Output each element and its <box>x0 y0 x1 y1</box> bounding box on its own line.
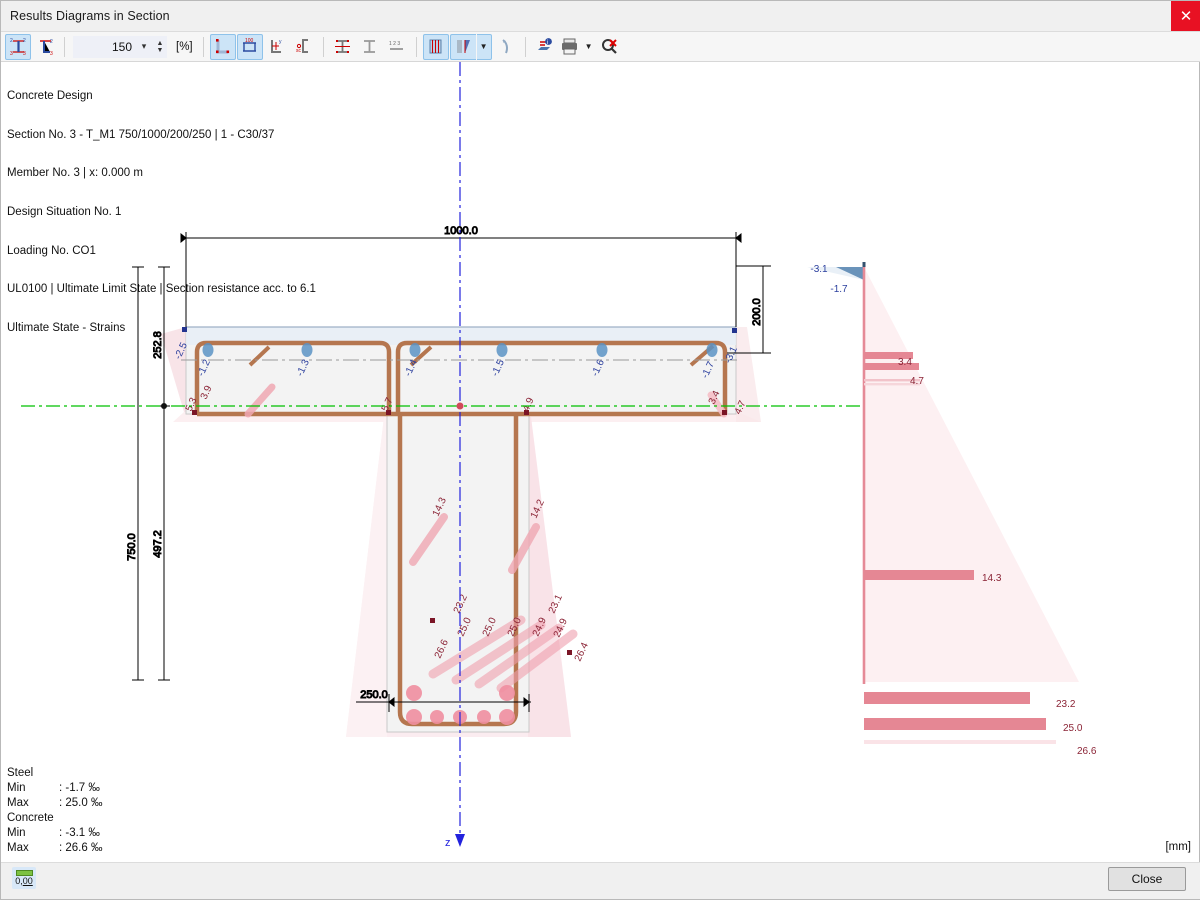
diagram-label: 26.6 <box>1077 746 1097 757</box>
dimensions-icon[interactable]: 100 <box>237 34 263 60</box>
section-drawing-canvas[interactable]: -2.5 -1.2 -1.3 -1.4 -1.5 -1.6 -1.7 -3.1 … <box>1 62 1200 862</box>
toolbar-separator <box>203 37 204 57</box>
close-button[interactable]: Close <box>1108 867 1186 891</box>
diagram-label: -3.1 <box>810 264 828 275</box>
dimension-total-depth: 750.0 <box>126 533 138 561</box>
diagram-label: 23.2 <box>1056 699 1076 710</box>
dimension-flange-depth: 252.8 <box>152 331 164 359</box>
strain-legend: Steel Min : -1.7 ‰ Max : 25.0 ‰ Concrete… <box>7 766 102 855</box>
svg-text:1 2 3: 1 2 3 <box>389 41 400 47</box>
toolbar-separator <box>416 37 417 57</box>
diagram-label: 3.4 <box>898 357 912 368</box>
legend-concrete-title: Concrete <box>7 811 102 826</box>
title-bar: Results Diagrams in Section ✕ <box>1 1 1200 32</box>
svg-text:3: 3 <box>10 51 13 56</box>
stress-points-icon[interactable]: 2 3 <box>32 34 58 60</box>
legend-steel-title: Steel <box>7 766 102 781</box>
legend-concrete-min-label: Min <box>7 826 59 841</box>
strain-bar-23-2 <box>864 692 1030 704</box>
strain-diagram-dropdown-icon[interactable]: ▼ <box>477 34 492 60</box>
strain-bar-25-0 <box>864 718 1046 730</box>
window-title: Results Diagrams in Section <box>1 9 170 23</box>
legend-steel-max-label: Max <box>7 796 59 811</box>
zoom-step-up-icon[interactable]: ▲ <box>154 40 166 47</box>
info-icon[interactable]: i <box>532 34 558 60</box>
dimension-web-width: 250.0 <box>360 689 388 701</box>
zoom-spinner[interactable]: 150 ▾ ▲ ▼ <box>73 36 167 58</box>
dimension-flange-thickness: 200.0 <box>751 298 763 326</box>
dimension-lower-depth: 497.2 <box>152 530 164 558</box>
stress-point-numbers-icon[interactable]: 1 2 3 <box>384 34 410 60</box>
svg-text:i: i <box>547 40 548 46</box>
section-outline-icon[interactable] <box>210 34 236 60</box>
svg-text:sc: sc <box>296 48 302 54</box>
diagram-label: 25.0 <box>1063 723 1083 734</box>
legend-steel-min-row: Min : -1.7 ‰ <box>7 781 102 796</box>
window-close-icon[interactable]: ✕ <box>1171 1 1200 31</box>
svg-text:2: 2 <box>10 38 13 44</box>
strain-label: 26.4 <box>573 641 591 664</box>
unit-label: [mm] <box>1165 841 1191 853</box>
zoom-reset-icon[interactable] <box>597 34 623 60</box>
zoom-step-down-icon[interactable]: ▼ <box>154 47 166 54</box>
print-icon[interactable] <box>559 34 581 60</box>
legend-steel-max-row: Max : 25.0 ‰ <box>7 796 102 811</box>
svg-text:y: y <box>279 39 282 45</box>
legend-steel-max-value: : 25.0 ‰ <box>59 796 102 811</box>
svg-text:3: 3 <box>50 51 53 56</box>
toolbar-separator <box>323 37 324 57</box>
reinforcement-icon[interactable] <box>423 34 449 60</box>
strain-diagram: -3.1 -1.7 3.4 4.7 14.3 23.2 25.0 26.6 <box>807 262 1097 757</box>
result-value-icon[interactable] <box>493 34 519 60</box>
legend-concrete-max-row: Max : 26.6 ‰ <box>7 841 102 856</box>
shear-center-icon[interactable]: sc <box>291 34 317 60</box>
toolbar: 2 2 3 3 2 3 150 ▾ ▲ ▼ [%] <box>1 32 1200 62</box>
legend-concrete-max-value: : 26.6 ‰ <box>59 841 102 856</box>
zoom-dropdown-icon[interactable]: ▾ <box>136 41 152 52</box>
axis-label-z: z <box>445 837 451 849</box>
diagram-label: 14.3 <box>982 573 1002 584</box>
diagram-label: -1.7 <box>830 284 848 295</box>
svg-text:3: 3 <box>23 51 26 56</box>
decimal-places-label: 0,00 <box>15 876 33 886</box>
toolbar-separator <box>525 37 526 57</box>
strain-diagram-icon[interactable] <box>450 34 476 60</box>
legend-steel-min-value: : -1.7 ‰ <box>59 781 100 796</box>
principal-axes-icon[interactable] <box>330 34 356 60</box>
svg-text:2: 2 <box>23 38 26 44</box>
diagram-label: 4.7 <box>910 376 924 387</box>
centroid-axes-icon[interactable]: y <box>264 34 290 60</box>
toolbar-separator <box>64 37 65 57</box>
zoom-input[interactable]: 150 <box>74 40 136 54</box>
svg-text:2: 2 <box>50 39 53 45</box>
stress-points-numbering-icon[interactable]: 2 2 3 3 <box>5 34 31 60</box>
legend-concrete-min-value: : -3.1 ‰ <box>59 826 100 841</box>
dimension-flange-width: 1000.0 <box>444 225 478 237</box>
print-dropdown-icon[interactable]: ▼ <box>582 34 596 60</box>
zoom-unit-label: [%] <box>176 41 193 53</box>
bottom-bar <box>1 862 1200 899</box>
zoom-stepper[interactable]: ▲ ▼ <box>154 40 166 54</box>
strain-bar-14-3 <box>864 570 974 580</box>
results-diagrams-window: Results Diagrams in Section ✕ 2 2 3 3 2 … <box>0 0 1200 900</box>
svg-text:100: 100 <box>245 38 254 44</box>
decimal-places-icon[interactable]: 0,00 <box>12 867 36 889</box>
legend-concrete-min-row: Min : -3.1 ‰ <box>7 826 102 841</box>
legend-steel-min-label: Min <box>7 781 59 796</box>
legend-concrete-max-label: Max <box>7 841 59 856</box>
parallel-axes-icon[interactable] <box>357 34 383 60</box>
